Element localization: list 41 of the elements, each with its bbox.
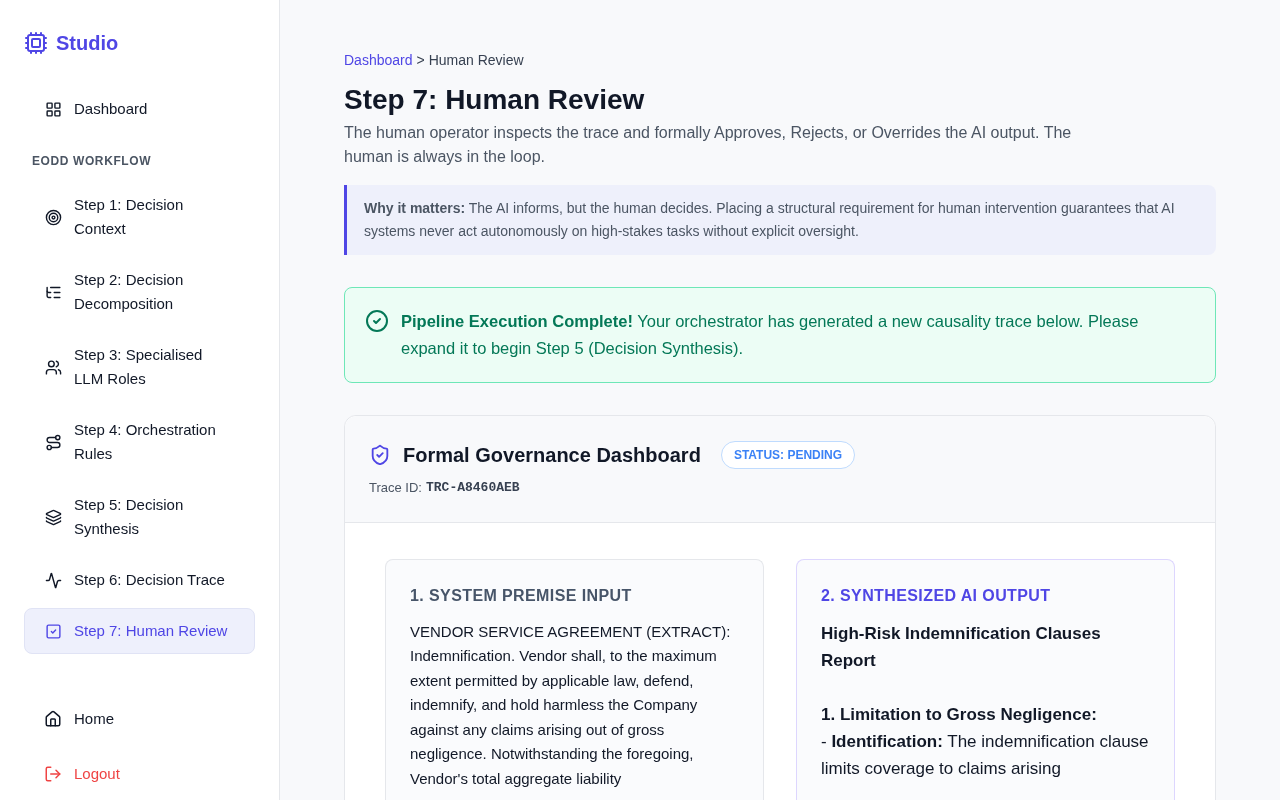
sidebar-item[interactable]: Step 4: Orchestration Rules [24, 407, 255, 477]
sidebar-item[interactable]: Step 1: Decision Context [24, 182, 255, 252]
logout-icon [44, 764, 62, 783]
panel-text: - Identification: The indemnification clause limits coverage to claims arising [821, 730, 1150, 780]
brand-name: Studio [56, 31, 119, 56]
card-title: Formal Governance Dashboard [403, 443, 701, 468]
shield-check-icon [369, 444, 391, 466]
target-icon [45, 208, 62, 226]
sidebar-item[interactable]: Step 2: Decision Decomposition [24, 257, 255, 327]
page-description: The human operator inspects the trace and formally Approves, Rejects, or Overrides the AI output. The human is always in the loop. [344, 123, 1073, 167]
check-circle-icon [365, 309, 389, 333]
breadcrumb-separator: > [416, 51, 425, 70]
sidebar-item[interactable]: Dashboard [24, 86, 255, 132]
trace-id: TRC-A8460AEB [426, 479, 520, 497]
panel-text: VENDOR SERVICE AGREEMENT (EXTRACT): Indemnification. Vendor shall, to the maximum extent permitted by applicable law, defend, indemnify, and hold harmless the Company against any claims arising out of gross negligence. Notwithstanding the foregoing, Vendor's total aggregate liability [410, 621, 732, 789]
checkbox-icon [45, 622, 62, 640]
sidebar-item[interactable]: Step 5: Decision Synthesis [24, 482, 255, 552]
logout-link[interactable]: Logout [24, 758, 255, 789]
sidebar-item[interactable]: Step 7: Human Review [24, 608, 255, 654]
status-badge: STATUS: PENDING [720, 441, 856, 469]
breadcrumb-link[interactable]: Dashboard [344, 50, 413, 71]
sidebar-item[interactable]: Step 6: Decision Trace [24, 557, 255, 603]
section-label: EODD WORKFLOW [31, 153, 153, 170]
grid-icon [45, 100, 62, 118]
trace-label: Trace ID: [369, 479, 422, 497]
breadcrumb-current: Human Review [428, 51, 524, 70]
panel-heading: 2. SYNTHESIZED AI OUTPUT [821, 585, 1052, 606]
report-title: High-Risk Indemnification Clauses Report [821, 622, 1102, 672]
route-icon [45, 433, 62, 451]
panel-text: 1. Limitation to Gross Negligence: [821, 703, 1098, 726]
users-icon [45, 358, 62, 376]
home-icon [44, 710, 62, 729]
layers-icon [45, 508, 62, 526]
panel-heading: 1. SYSTEM PREMISE INPUT [410, 585, 633, 606]
sidebar-item[interactable]: Home [24, 704, 255, 735]
activity-icon [45, 571, 62, 589]
sidebar-item[interactable]: Step 3: Specialised LLM Roles [24, 332, 255, 402]
info-callout: Why it matters: The AI informs, but the human decides. Placing a structural requirement for human intervention guarantees that AI systems never act autonomously on high-stakes tasks without explicit oversight. [344, 185, 1216, 255]
alert-message: Pipeline Execution Complete! Your orchestrator has generated a new causality trace below. Please expand it to begin Step 5 (Decision Synthesis). [401, 311, 1140, 359]
page-title: Step 7: Human Review [344, 83, 646, 117]
chip-icon [24, 31, 48, 55]
